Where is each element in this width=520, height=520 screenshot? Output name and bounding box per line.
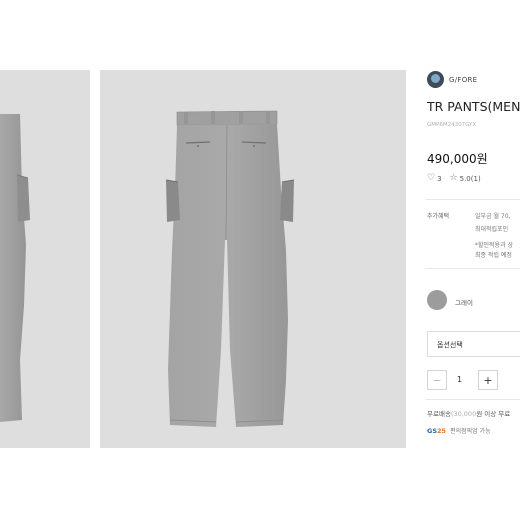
benefit-line-1: 일부금 월 70, [475,213,511,220]
heart-icon[interactable]: ♡ [427,174,435,183]
benefit-label: 추가혜택 [427,213,450,220]
product-image-main[interactable] [100,70,406,448]
product-title: TR PANTS(MEN) [427,99,520,114]
color-swatch[interactable] [427,290,447,310]
divider [425,399,520,400]
gs25-pickup: GS25 편의점픽업 가능 [427,426,491,436]
like-count: 3 [437,174,442,183]
gs25-logo-num: 25 [437,426,447,435]
shipping-prefix: 무료배송 [427,410,451,418]
shipping-threshold: (30,000 [450,410,477,418]
rating-row: ♡ 3 ☆ 5.0(1) [427,174,481,183]
benefit-line-3: *할인적용과 상 [475,242,514,249]
product-info: G/FORE TR PANTS(MEN) GMP6M24307GYX 490,0… [425,0,520,520]
gs25-logo-text: GS [427,426,438,435]
brand-logo-icon [427,71,444,88]
option-select[interactable]: 옵션선택 [427,331,520,357]
product-code: GMP6M24307GYX [427,122,477,128]
pants-image-partial [0,114,30,422]
quantity-value[interactable]: 1 [457,375,462,384]
rating-value[interactable]: 5.0(1) [460,175,481,183]
shipping-suffix: 원 이상 무료 [476,410,511,418]
benefit-line-2: 최대적립포인 [475,226,509,233]
product-price: 490,000원 [427,152,488,166]
gs25-logo-icon: GS25 [427,427,446,435]
benefit-line-4: 최종 적립 예정 [475,252,512,259]
gs25-text: 편의점픽업 가능 [450,428,491,435]
divider [425,199,520,200]
quantity-minus-button[interactable]: − [427,370,447,390]
star-icon: ☆ [449,173,458,183]
brand-name[interactable]: G/FORE [449,76,477,84]
quantity-plus-button[interactable]: + [478,370,498,390]
divider [425,268,520,269]
shipping-info: 무료배송(30,000원 이상 무료 [427,408,510,418]
product-image-previous[interactable] [0,70,90,448]
brand-row[interactable]: G/FORE [427,71,477,88]
pants-image [165,110,295,427]
color-name: 그레이 [455,299,473,307]
